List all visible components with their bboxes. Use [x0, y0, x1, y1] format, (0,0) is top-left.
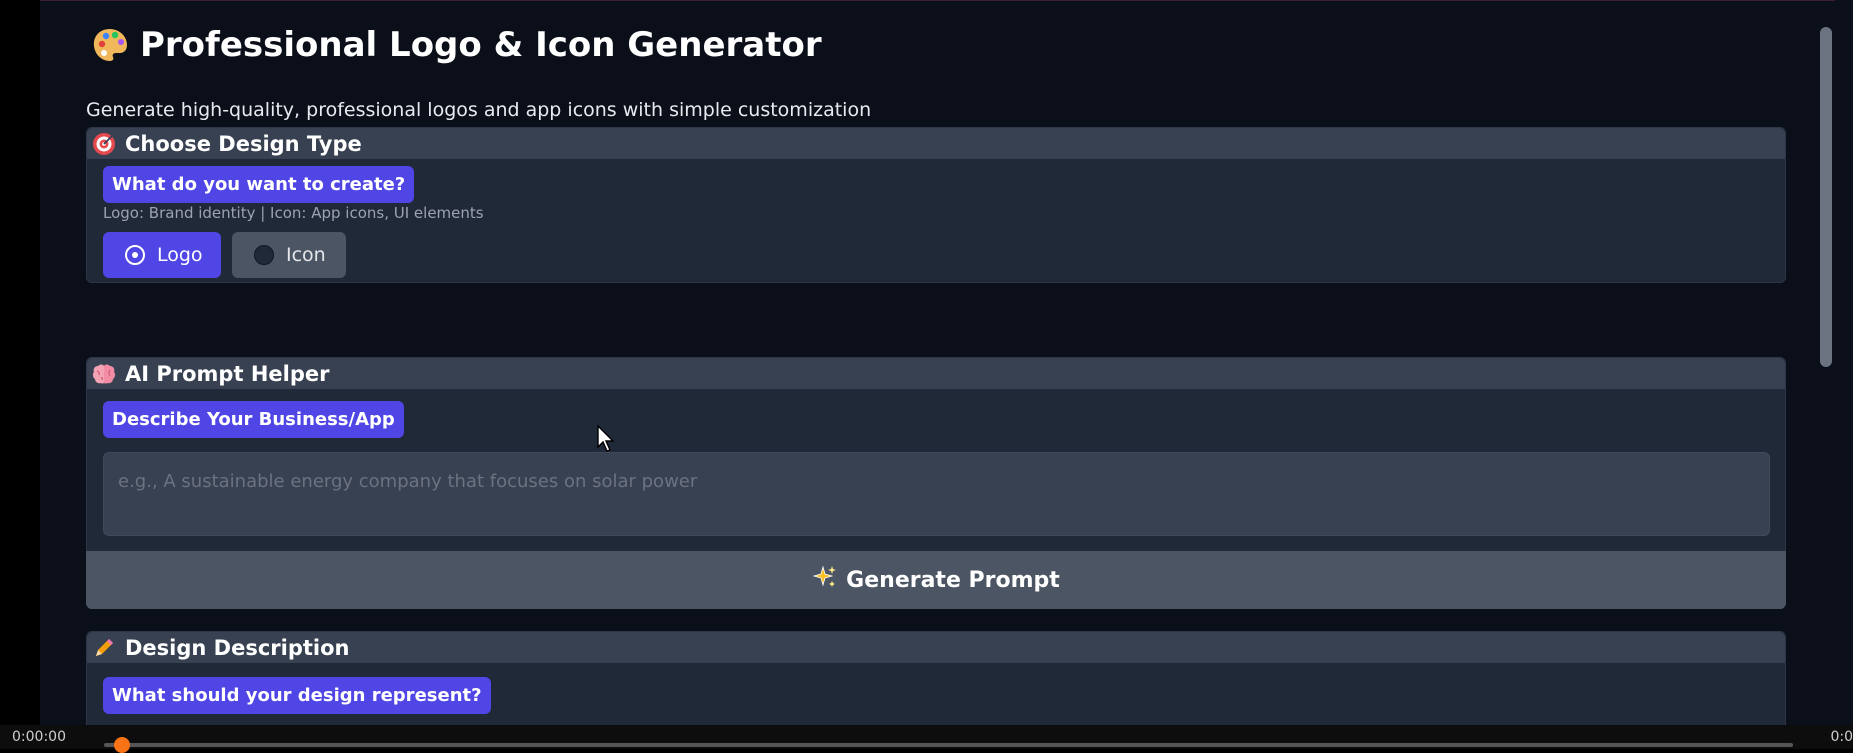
design-type-heading: Choose Design Type [125, 131, 362, 156]
design-description-header: Design Description [87, 632, 1785, 663]
design-description-heading: Design Description [125, 635, 350, 660]
left-black-margin [0, 0, 40, 749]
design-represent-label: What should your design represent? [103, 677, 491, 714]
pencil-icon [91, 635, 117, 661]
prompt-helper-header: AI Prompt Helper [87, 358, 1785, 389]
radio-unselected-indicator [254, 245, 274, 265]
video-player-bar: 0:00:00 0:0 [0, 725, 1853, 753]
business-description-input[interactable]: e.g., A sustainable energy company that … [103, 452, 1770, 536]
radio-icon-label: Icon [286, 244, 326, 266]
elapsed-time: 0:00:00 [12, 729, 66, 745]
radio-icon[interactable]: Icon [232, 232, 346, 278]
design-type-question-label: What do you want to create? [103, 166, 415, 203]
design-description-panel: Design Description What should your desi… [86, 631, 1786, 725]
page-subtitle: Generate high-quality, professional logo… [86, 99, 872, 121]
seek-knob[interactable] [114, 737, 130, 753]
right-margin [1835, 0, 1853, 725]
scrollbar-thumb[interactable] [1820, 27, 1832, 367]
design-type-header: Choose Design Type [87, 128, 1785, 159]
vertical-scrollbar[interactable] [1817, 1, 1835, 725]
mouse-cursor-icon [597, 424, 619, 453]
page-title: Professional Logo & Icon Generator [90, 25, 822, 65]
total-time: 0:0 [1830, 729, 1853, 745]
palette-icon [90, 25, 130, 65]
generate-prompt-button[interactable]: Generate Prompt [86, 551, 1786, 609]
generate-prompt-label: Generate Prompt [846, 567, 1060, 593]
radio-selected-indicator [125, 245, 145, 265]
seek-track[interactable] [104, 743, 1793, 747]
radio-logo-label: Logo [157, 244, 203, 266]
business-description-label: Describe Your Business/App [103, 401, 404, 438]
design-type-panel: Choose Design Type What do you want to c… [86, 127, 1786, 283]
app-window: Professional Logo & Icon Generator Gener… [40, 0, 1835, 725]
target-icon [91, 131, 117, 157]
design-type-hint: Logo: Brand identity | Icon: App icons, … [103, 204, 484, 222]
sparkles-icon [812, 564, 838, 596]
page-title-text: Professional Logo & Icon Generator [140, 25, 822, 65]
prompt-helper-heading: AI Prompt Helper [125, 361, 330, 386]
brain-icon [91, 361, 117, 387]
radio-logo[interactable]: Logo [103, 232, 221, 278]
